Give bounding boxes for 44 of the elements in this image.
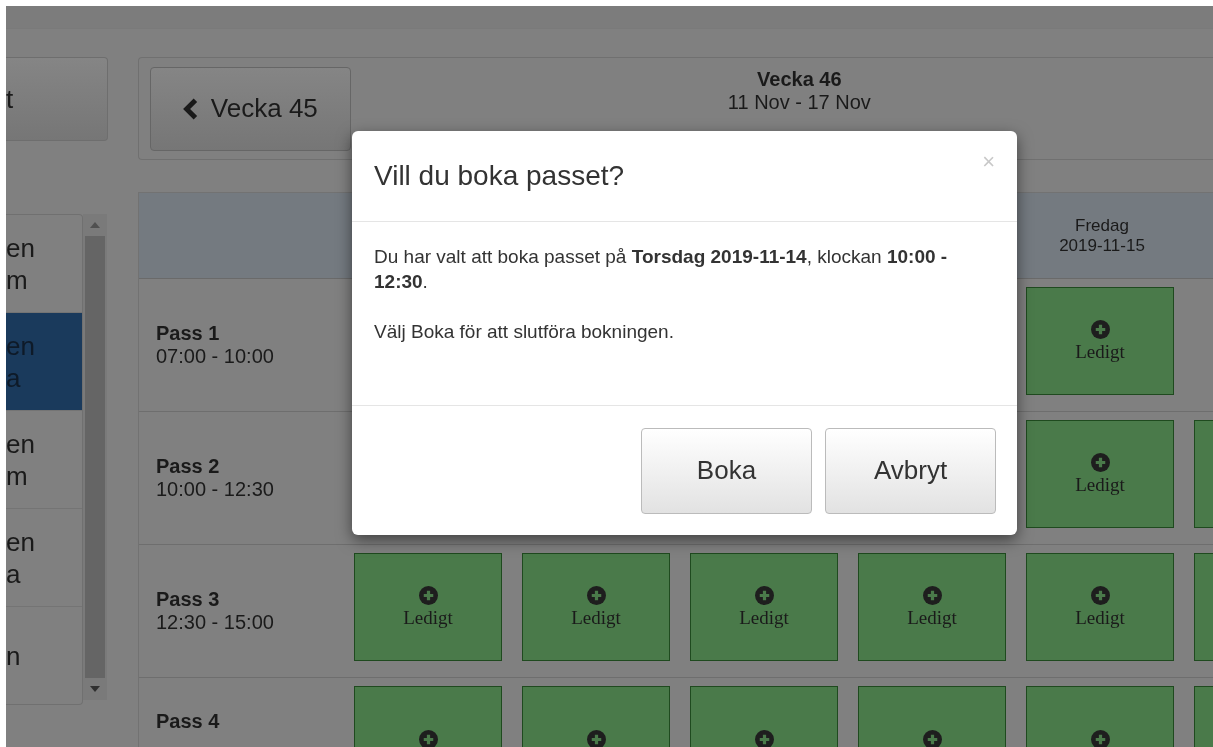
plus-circle-icon bbox=[922, 585, 942, 605]
pass-name: Pass 1 bbox=[156, 322, 221, 345]
sidebar-item[interactable]: en a bbox=[6, 509, 82, 607]
sidebar-item[interactable]: en m bbox=[6, 411, 82, 509]
day-name: Fredag bbox=[1075, 215, 1129, 236]
plus-circle-icon bbox=[586, 585, 606, 605]
plus-circle-icon bbox=[586, 729, 606, 747]
free-slot[interactable]: Ledigt bbox=[522, 553, 670, 661]
plus-circle-icon bbox=[1090, 729, 1110, 747]
previous-week-button[interactable]: Vecka 45 bbox=[150, 66, 351, 151]
scroll-up-icon[interactable] bbox=[90, 222, 100, 228]
chevron-left-icon bbox=[182, 97, 199, 120]
scrollbar[interactable] bbox=[83, 214, 107, 700]
cancel-button[interactable]: Avbryt bbox=[825, 427, 996, 514]
pass-name: Pass 4 bbox=[156, 710, 221, 733]
plus-circle-icon bbox=[754, 729, 774, 747]
pass-name: Pass 3 bbox=[156, 588, 221, 611]
plus-circle-icon bbox=[754, 585, 774, 605]
dialog-message: Du har valt att boka passet på Torsdag 2019-11-14, klockan 10:00 - 12:30. bbox=[374, 245, 949, 294]
day-date: 2019-11-15 bbox=[1059, 235, 1145, 256]
dialog-title: Vill du boka passet? bbox=[374, 160, 625, 192]
free-slot[interactable]: Ledigt bbox=[1026, 287, 1174, 395]
plus-circle-icon bbox=[922, 729, 942, 747]
plus-circle-icon bbox=[1090, 319, 1110, 339]
free-slot[interactable]: Ledigt bbox=[858, 553, 1006, 661]
free-slot[interactable]: Ledigt bbox=[354, 553, 502, 661]
plus-circle-icon bbox=[1090, 585, 1110, 605]
free-slot[interactable]: Ledigt bbox=[1026, 420, 1174, 528]
sidebar-item[interactable]: n bbox=[6, 607, 82, 704]
scroll-down-icon[interactable] bbox=[90, 686, 100, 692]
pass-time: 12:30 - 15:00 bbox=[156, 611, 275, 634]
plus-circle-icon bbox=[1090, 452, 1110, 472]
dialog-instruction: Välj Boka för att slutföra bokningen. bbox=[374, 320, 675, 344]
plus-circle-icon bbox=[418, 729, 438, 747]
book-button[interactable]: Boka bbox=[641, 427, 812, 514]
week-range: 11 Nov - 17 Nov bbox=[727, 90, 871, 114]
sidebar-button[interactable]: t bbox=[6, 57, 108, 141]
pass-name: Pass 2 bbox=[156, 455, 221, 478]
free-slot[interactable]: Ledigt bbox=[1026, 553, 1174, 661]
pass-time: 07:00 - 10:00 bbox=[156, 345, 275, 368]
pass-time: 10:00 - 12:30 bbox=[156, 478, 275, 501]
free-slot[interactable]: Ledigt bbox=[690, 553, 838, 661]
week-title: Vecka 46 bbox=[757, 67, 842, 91]
plus-circle-icon bbox=[418, 585, 438, 605]
